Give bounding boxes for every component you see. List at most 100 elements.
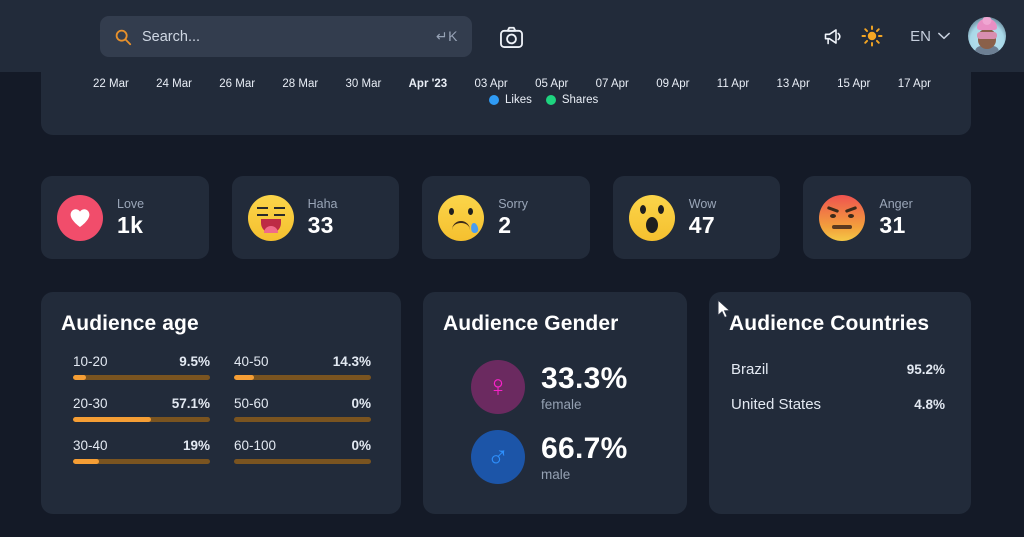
legend-item-shares[interactable]: Shares [546, 94, 598, 106]
age-progress-fill [73, 375, 86, 380]
engagement-chart-card: 22 Mar 24 Mar 26 Mar 28 Mar 30 Mar Apr '… [41, 70, 971, 135]
age-progress-track [73, 375, 210, 380]
axis-tick: 05 Apr [535, 78, 568, 90]
age-row: 40-50 14.3% [234, 354, 371, 369]
age-range: 30-40 [73, 438, 108, 453]
reaction-text: Sorry 2 [498, 197, 528, 239]
axis-tick: 13 Apr [777, 78, 810, 90]
angry-brow-right [845, 206, 857, 213]
country-name: Brazil [731, 361, 769, 378]
megaphone-icon [822, 26, 843, 47]
avatar-sunglasses [977, 32, 997, 39]
audience-gender-title: Audience Gender [423, 292, 687, 336]
tear-drop-icon [470, 222, 479, 233]
reaction-value: 33 [308, 212, 338, 239]
age-progress-track [234, 459, 371, 464]
age-row: 30-40 19% [73, 438, 210, 453]
reaction-card-sorry[interactable]: Sorry 2 [422, 176, 590, 259]
age-item: 10-20 9.5% [73, 354, 210, 380]
age-progress-fill [234, 375, 254, 380]
axis-tick: 24 Mar [156, 78, 192, 90]
age-range: 60-100 [234, 438, 276, 453]
wow-eye-left [640, 205, 646, 214]
laughing-emoji [248, 195, 294, 241]
reaction-value: 2 [498, 212, 528, 239]
age-percent: 9.5% [179, 354, 210, 369]
axis-tick: 11 Apr [717, 78, 749, 90]
age-range: 40-50 [234, 354, 269, 369]
age-progress-track [73, 417, 210, 422]
heart-emoji [57, 195, 103, 241]
reactions-row: Love 1k Haha 33 [41, 176, 971, 259]
laugh-tongue [264, 226, 278, 233]
sad-eye-right [468, 208, 473, 215]
audience-age-panel: Audience age 10-20 9.5% 40-50 14.3% [41, 292, 401, 514]
age-row: 60-100 0% [234, 438, 371, 453]
avatar[interactable] [968, 17, 1006, 55]
gender-row-male: ♂ 66.7% male [423, 422, 687, 492]
theme-toggle-button[interactable] [852, 16, 892, 56]
audience-countries-list: Brazil 95.2% United States 4.8% [709, 336, 971, 422]
gender-row-female: ♀ 33.3% female [423, 352, 687, 422]
legend-label-likes: Likes [505, 94, 532, 106]
camera-button[interactable] [495, 22, 527, 52]
search-shortcut-hint: ↵K [436, 28, 458, 45]
gender-label: female [541, 397, 628, 412]
audience-gender-panel: Audience Gender ♀ 33.3% female ♂ 66.7% m… [423, 292, 687, 514]
age-percent: 14.3% [333, 354, 371, 369]
axis-tick: 28 Mar [282, 78, 318, 90]
age-percent: 57.1% [172, 396, 210, 411]
age-progress-track [73, 459, 210, 464]
language-selector[interactable]: EN [910, 28, 950, 45]
axis-tick: 30 Mar [346, 78, 382, 90]
age-progress-fill [73, 417, 151, 422]
announcements-button[interactable] [812, 16, 852, 56]
axis-tick: 26 Mar [219, 78, 255, 90]
audience-countries-title: Audience Countries [709, 292, 971, 336]
age-percent: 0% [351, 396, 371, 411]
search-box[interactable]: ↵K [100, 16, 472, 57]
angry-brow-left [827, 206, 839, 213]
axis-tick: 07 Apr [596, 78, 629, 90]
camera-icon [499, 26, 524, 49]
female-icon: ♀ [471, 360, 525, 414]
reaction-value: 1k [117, 212, 144, 239]
age-item: 40-50 14.3% [234, 354, 371, 380]
wow-eye-right [658, 205, 664, 214]
sad-emoji [438, 195, 484, 241]
reaction-label: Anger [879, 197, 912, 211]
legend-item-likes[interactable]: Likes [489, 94, 532, 106]
audience-countries-panel: Audience Countries Brazil 95.2% United S… [709, 292, 971, 514]
reaction-card-haha[interactable]: Haha 33 [232, 176, 400, 259]
laugh-eye-right [274, 207, 285, 216]
country-percent: 4.8% [914, 397, 945, 412]
reaction-label: Sorry [498, 197, 528, 211]
legend-dot-likes [489, 95, 499, 105]
age-row: 50-60 0% [234, 396, 371, 411]
axis-tick: 17 Apr [898, 78, 931, 90]
header-actions: EN [812, 0, 1006, 72]
reaction-value: 31 [879, 212, 912, 239]
gender-percent: 66.7% [541, 432, 628, 466]
reaction-card-anger[interactable]: Anger 31 [803, 176, 971, 259]
age-percent: 0% [351, 438, 371, 453]
chart-legend: Likes Shares [489, 94, 598, 106]
reaction-label: Wow [689, 197, 717, 211]
reaction-card-love[interactable]: Love 1k [41, 176, 209, 259]
reaction-card-wow[interactable]: Wow 47 [613, 176, 781, 259]
sad-mouth [452, 221, 470, 230]
search-icon [114, 28, 132, 46]
laugh-eye-left [257, 207, 268, 216]
age-item: 60-100 0% [234, 438, 371, 464]
wow-mouth [646, 217, 658, 233]
gender-text: 33.3% female [541, 362, 628, 412]
reaction-label: Haha [308, 197, 338, 211]
reaction-label: Love [117, 197, 144, 211]
search-input[interactable] [142, 29, 436, 45]
legend-label-shares: Shares [562, 94, 598, 106]
audience-age-title: Audience age [41, 292, 401, 336]
country-name: United States [731, 396, 821, 413]
angry-mouth [832, 225, 852, 229]
reaction-value: 47 [689, 212, 717, 239]
audience-gender-list: ♀ 33.3% female ♂ 66.7% male [423, 336, 687, 492]
